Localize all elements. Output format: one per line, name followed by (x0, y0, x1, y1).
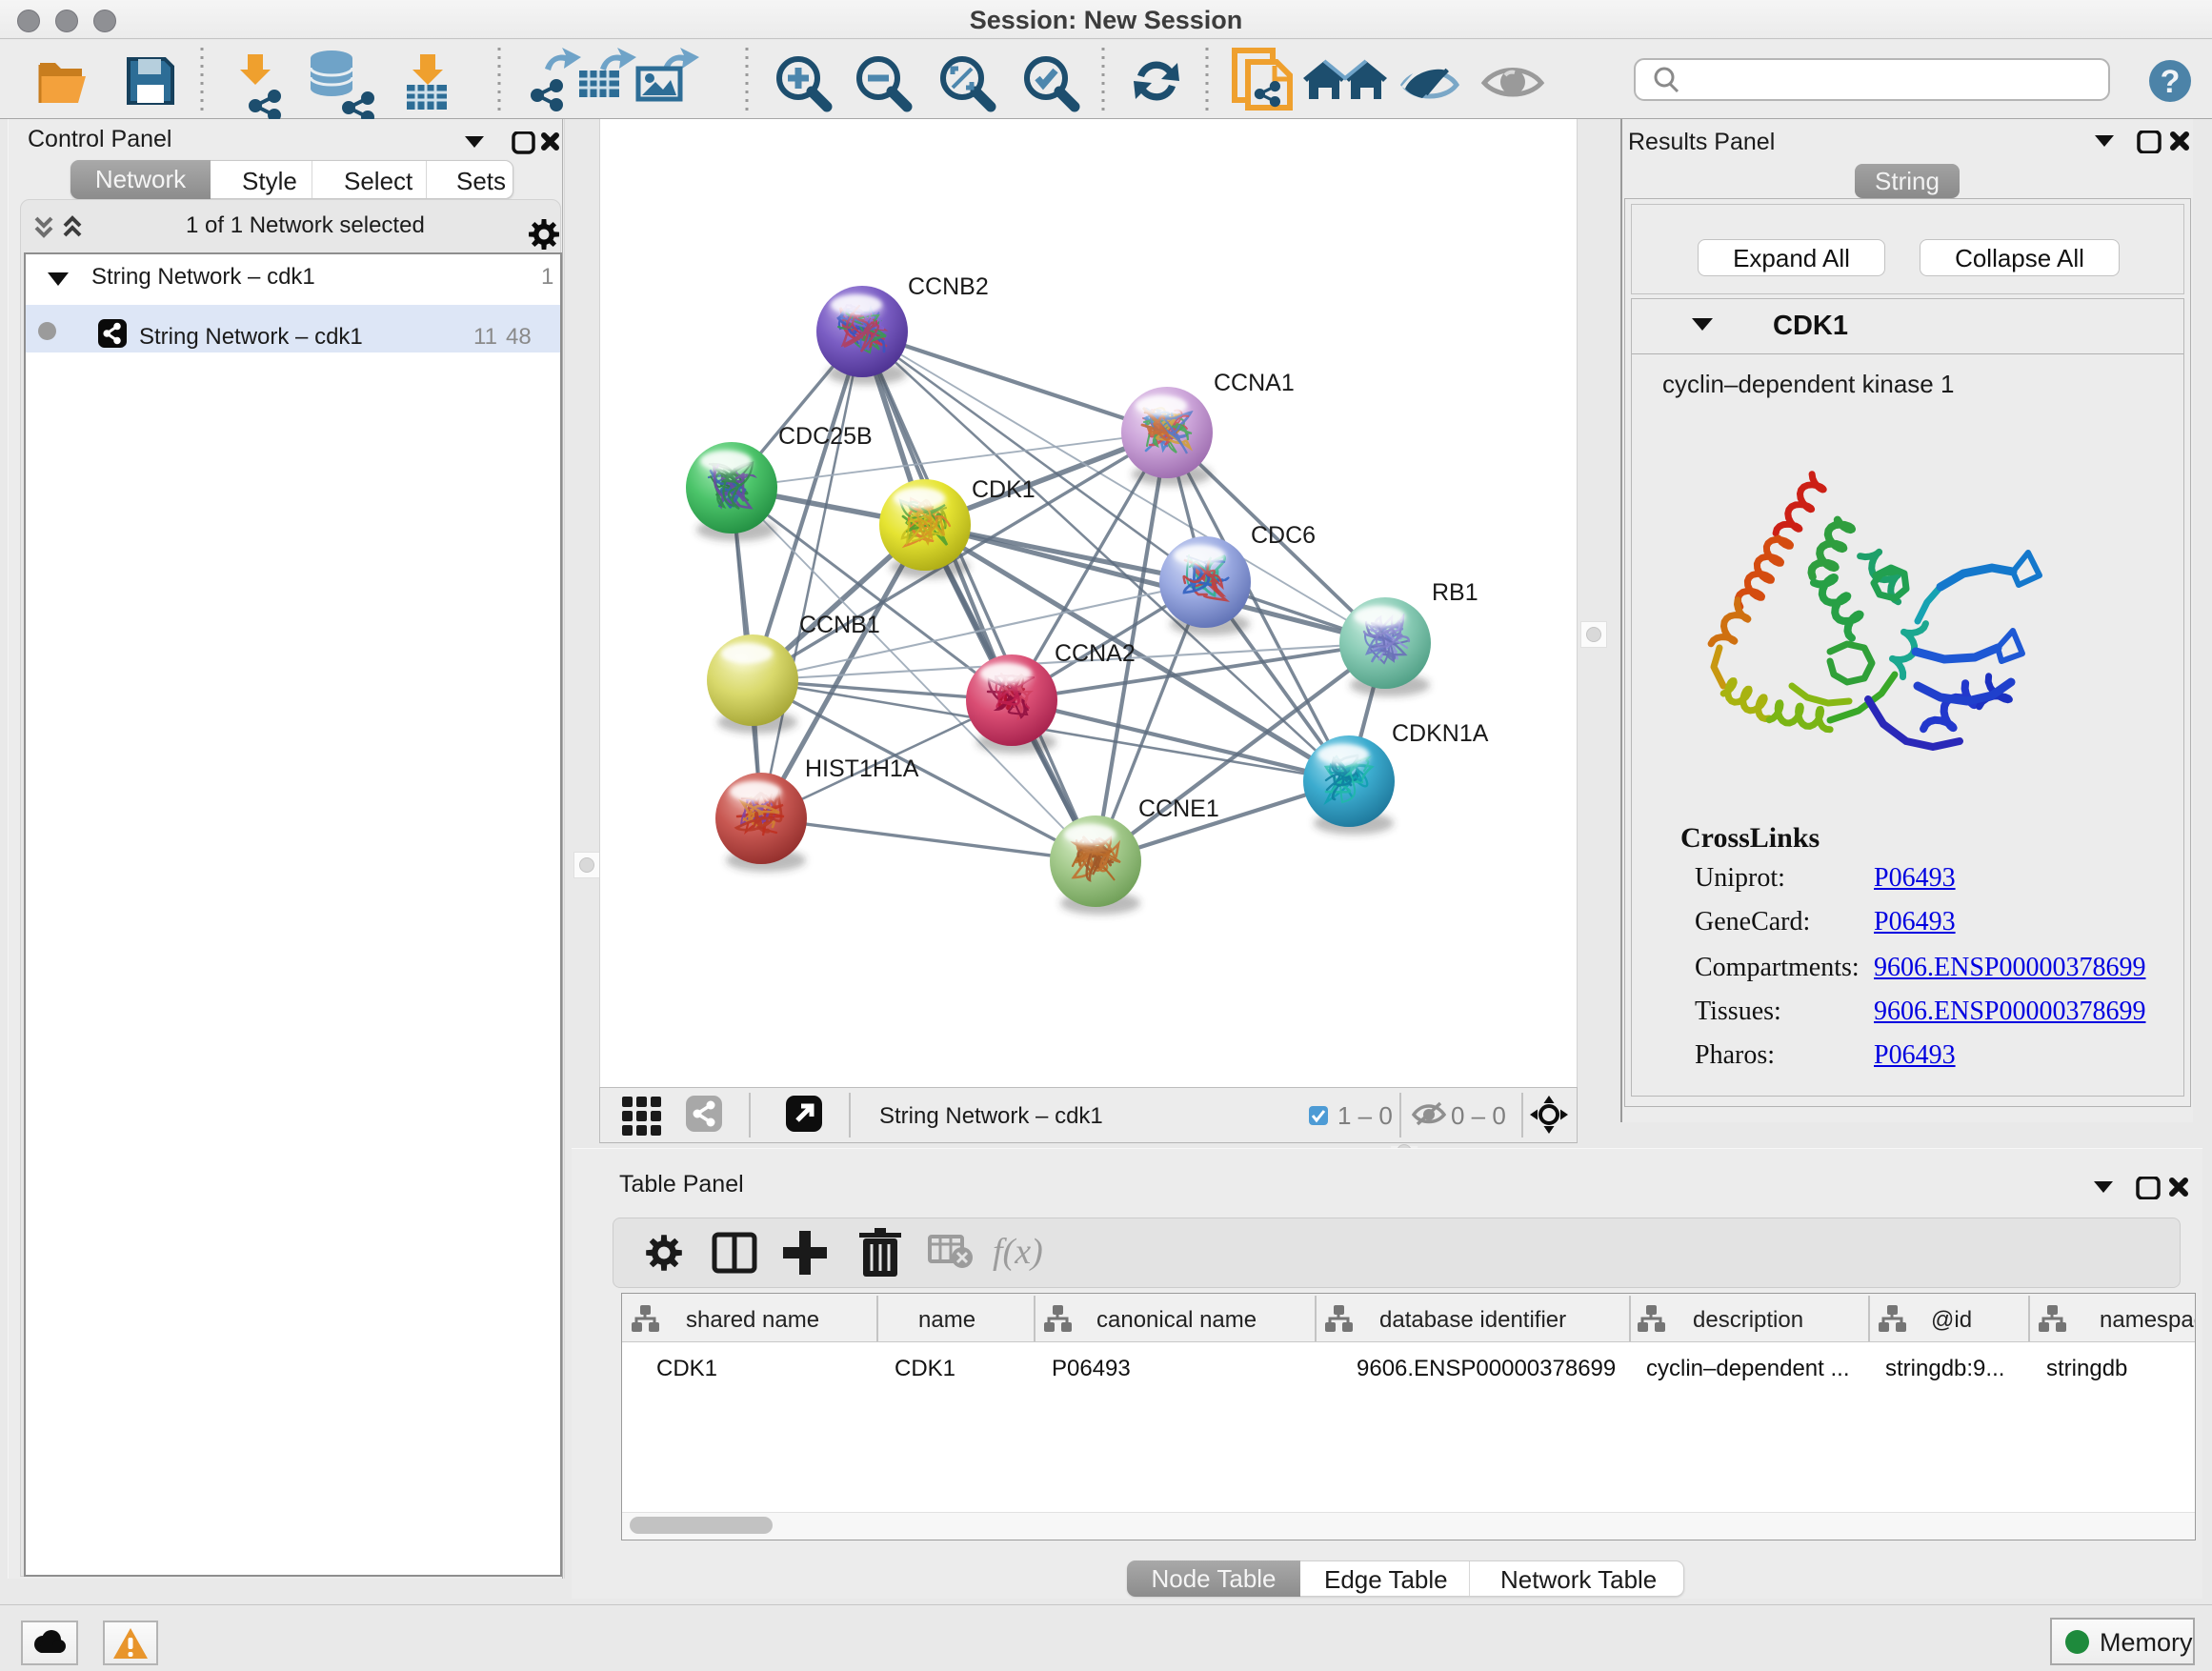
svg-text:CCNB1: CCNB1 (799, 612, 880, 638)
svg-text:database identifier: database identifier (1379, 1307, 1566, 1333)
svg-text:CDKN1A: CDKN1A (1392, 720, 1489, 747)
svg-text:9606.ENSP00000378699: 9606.ENSP00000378699 (1357, 1356, 1616, 1381)
svg-text:CCNB2: CCNB2 (908, 273, 989, 300)
svg-text:CCNA2: CCNA2 (1055, 640, 1136, 667)
svg-text:f(x): f(x) (993, 1232, 1043, 1272)
svg-text:CCNE1: CCNE1 (1138, 795, 1219, 822)
svg-text:0 – 0: 0 – 0 (1451, 1101, 1506, 1130)
svg-text:?: ? (2161, 64, 2181, 100)
svg-text:1 – 0: 1 – 0 (1337, 1101, 1393, 1130)
svg-text:canonical name: canonical name (1096, 1307, 1257, 1333)
svg-text:CDK1: CDK1 (895, 1356, 955, 1381)
svg-text:CDC25B: CDC25B (778, 423, 873, 450)
svg-text:name: name (918, 1307, 975, 1333)
svg-text:@id: @id (1931, 1307, 1972, 1333)
svg-text:HIST1H1A: HIST1H1A (805, 755, 919, 782)
svg-text:cyclin–dependent ...: cyclin–dependent ... (1646, 1356, 1849, 1381)
svg-text:String Network – cdk1: String Network – cdk1 (879, 1103, 1103, 1129)
svg-text:description: description (1693, 1307, 1803, 1333)
svg-text:RB1: RB1 (1432, 579, 1478, 606)
svg-text:CDK1: CDK1 (972, 476, 1036, 503)
svg-text:stringdb:9...: stringdb:9... (1885, 1356, 2004, 1381)
svg-text:CDC6: CDC6 (1251, 522, 1316, 549)
svg-text:CDK1: CDK1 (656, 1356, 717, 1381)
svg-text:shared name: shared name (686, 1307, 819, 1333)
svg-text:namespac: namespac (2100, 1307, 2195, 1333)
svg-text:stringdb: stringdb (2046, 1356, 2127, 1381)
svg-text:CCNA1: CCNA1 (1214, 370, 1295, 396)
svg-text:P06493: P06493 (1052, 1356, 1131, 1381)
